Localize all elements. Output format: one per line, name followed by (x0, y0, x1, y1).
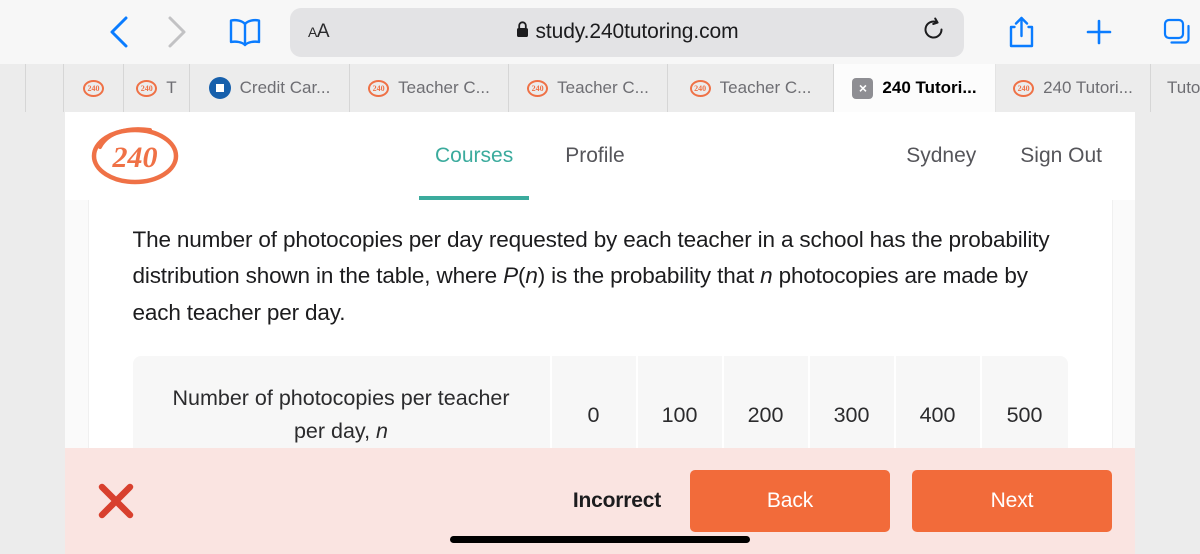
tab-label: Teacher C... (398, 78, 490, 97)
240-favicon-icon: 240 (527, 79, 549, 97)
share-button[interactable] (998, 9, 1044, 55)
tab[interactable]: 240 Teacher C... (668, 64, 834, 112)
next-button-page[interactable]: Next (912, 470, 1112, 532)
tabs-icon (1162, 17, 1192, 47)
nav-link-sydney[interactable]: Sydney (906, 112, 976, 200)
url-text: study.240tutoring.com (535, 20, 739, 43)
tab-active[interactable]: × 240 Tutori... (834, 64, 996, 112)
tab-label: Teacher C... (719, 78, 812, 97)
reload-icon (921, 17, 946, 46)
chase-favicon-icon (208, 77, 231, 99)
question-var-p: P (503, 263, 518, 289)
240-favicon-icon: 240 (83, 79, 104, 97)
svg-text:240: 240 (112, 141, 158, 174)
browser-toolbar: AA study.240tutoring.com (0, 0, 1200, 64)
reload-button[interactable] (921, 17, 946, 47)
close-icon[interactable]: × (852, 77, 874, 99)
text-size-big-a: A (316, 21, 330, 42)
address-bar-content: study.240tutoring.com (290, 20, 964, 44)
forward-button[interactable] (154, 9, 200, 55)
tab[interactable]: 240 Teacher C... (350, 64, 509, 112)
tabs-overview-button[interactable] (1154, 9, 1200, 55)
home-indicator (450, 536, 750, 543)
table-row-header-var: n (376, 419, 389, 444)
toolbar-right-actions (982, 9, 1200, 55)
tab[interactable] (26, 64, 64, 112)
240-logo-icon[interactable]: 240 (88, 124, 183, 186)
text-size-button[interactable]: AA (308, 21, 330, 43)
chevron-left-icon (106, 14, 132, 50)
tab[interactable]: Tutori... (1151, 64, 1200, 112)
nav-link-courses[interactable]: Courses (418, 112, 530, 200)
tab-label: 240 Tutori... (1043, 78, 1133, 97)
back-button[interactable] (96, 9, 142, 55)
question-text-part2: is the probability that (545, 263, 761, 289)
tab-label: T (166, 78, 177, 97)
tab-bar: 240 240 T Credit Car... 240 Teacher C... 240 Te… (0, 64, 1200, 112)
tab[interactable]: 240 Teacher C... (509, 64, 668, 112)
chevron-right-icon (164, 14, 190, 50)
text-size-small-a: A (308, 24, 317, 40)
240-favicon-icon: 240 (368, 79, 390, 97)
question-var-n1: n (525, 263, 538, 289)
status-badge: Incorrect (572, 489, 661, 512)
nav-link-profile[interactable]: Profile (565, 112, 625, 200)
paren-close: ) (537, 263, 546, 289)
question-var-n2: n (760, 263, 773, 289)
back-button-page[interactable]: Back (690, 470, 890, 532)
nav-link-sign-out[interactable]: Sign Out (1020, 112, 1102, 200)
book-icon (228, 17, 262, 47)
tab[interactable] (0, 64, 26, 112)
tab-label: Credit Car... (239, 78, 331, 97)
tab[interactable]: 240 240 Tutori... (996, 64, 1151, 112)
table-row-header-line2: per day, (293, 419, 377, 444)
tab[interactable]: Credit Car... (190, 64, 350, 112)
address-bar[interactable]: AA study.240tutoring.com (290, 7, 964, 57)
share-icon (1008, 16, 1035, 49)
question-text: The number of photocopies per day reques… (133, 222, 1068, 331)
240-favicon-icon: 240 (136, 79, 158, 97)
tab-label: Tutori... (1167, 78, 1200, 97)
tab-label: Teacher C... (557, 78, 649, 97)
lock-icon (516, 21, 529, 43)
tab[interactable]: 240 (64, 64, 124, 112)
tab[interactable]: 240 T (124, 64, 190, 112)
new-tab-button[interactable] (1076, 9, 1122, 55)
tab-label: 240 Tutori... (882, 78, 977, 97)
site-nav-right: Sydney Sign Out (906, 112, 1102, 200)
240-favicon-icon: 240 (689, 79, 711, 97)
site-header: 240 Courses Profile Sydney Sign Out (65, 112, 1135, 200)
table-row-header-line1: Number of photocopies per teacher (172, 386, 510, 410)
plus-icon (1085, 18, 1113, 46)
x-mark-icon (93, 478, 139, 524)
site-nav-main: Courses Profile (418, 112, 625, 200)
safari-browser-window: AA study.240tutoring.com 240 240 T Credi… (0, 0, 1200, 554)
240-favicon-icon: 240 (1013, 79, 1035, 97)
bookmarks-button[interactable] (222, 9, 268, 55)
